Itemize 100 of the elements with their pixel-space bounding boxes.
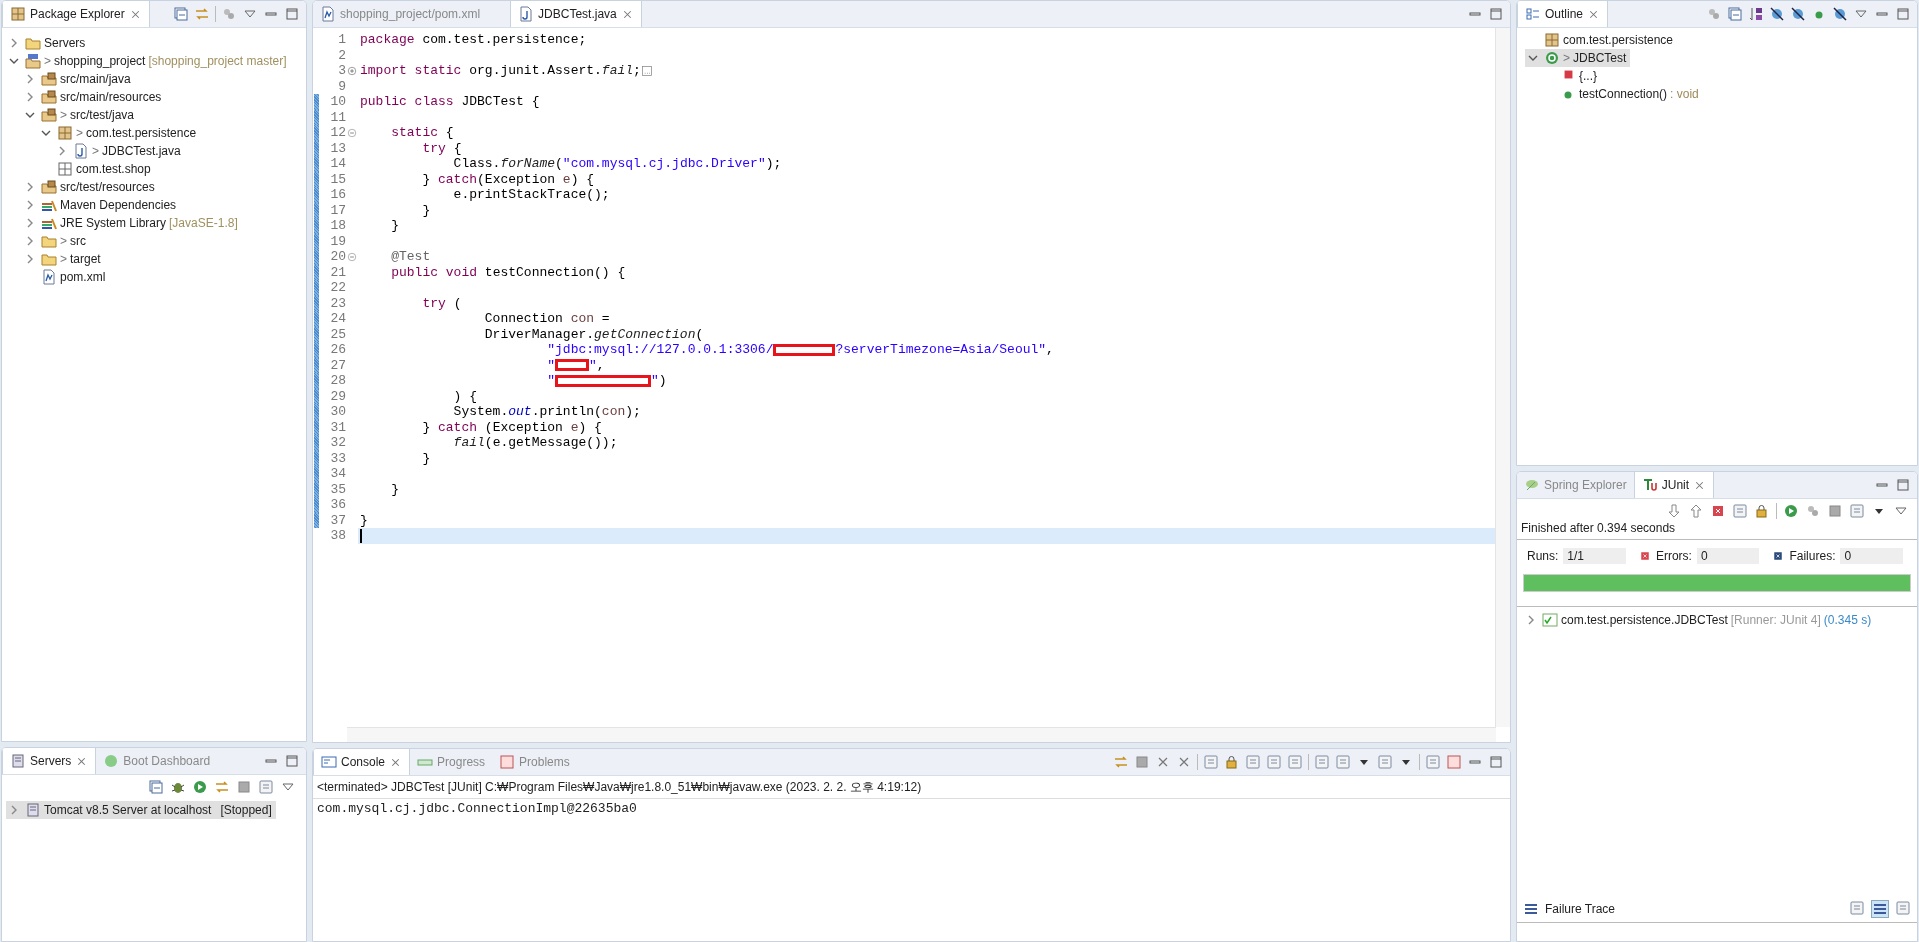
stop-icon[interactable]	[236, 779, 252, 795]
scroll-lock-icon[interactable]	[1224, 754, 1240, 770]
layout-icon[interactable]	[1895, 900, 1911, 916]
maximize-icon[interactable]	[1895, 6, 1911, 22]
line-number: 33	[329, 450, 346, 466]
code-text: }	[360, 512, 368, 528]
vertical-scrollbar[interactable]	[1495, 28, 1510, 727]
code-text: }	[390, 481, 399, 497]
panel-tab[interactable]: Package Explorer	[2, 1, 150, 27]
maximize-icon[interactable]	[1488, 754, 1504, 770]
code-text: public void testConnection() {	[390, 264, 626, 280]
tab-icon	[499, 754, 516, 770]
line-number: 16	[329, 187, 346, 203]
stop-icon[interactable]	[1827, 503, 1843, 519]
fold-collapse-icon[interactable]	[347, 127, 357, 138]
tree-item[interactable]: src/main/resources	[22, 88, 166, 106]
maximize-icon[interactable]	[1488, 6, 1504, 22]
counter-label: Errors:	[1655, 549, 1692, 563]
line-number: 20	[329, 249, 346, 265]
fold-collapse-icon[interactable]	[347, 251, 357, 262]
tab-icon	[10, 753, 26, 769]
compare-icon[interactable]	[1849, 900, 1865, 916]
tree-item[interactable]: Maven Dependencies	[22, 196, 181, 214]
tree-item[interactable]: Servers	[6, 34, 90, 52]
rerun-icon[interactable]	[1783, 503, 1799, 519]
panel-tab[interactable]: Console	[313, 749, 411, 775]
collapse-all-icon[interactable]	[1727, 6, 1743, 22]
fold-expand-icon[interactable]	[347, 65, 357, 76]
code-text: e.printStackTrace();	[452, 187, 610, 203]
code-text: }	[421, 450, 431, 466]
scroll-lock-icon[interactable]	[1754, 503, 1770, 519]
tree-item[interactable]: > JDBCTest	[1525, 49, 1631, 67]
code-text: ) {	[452, 388, 478, 404]
publish-icon[interactable]	[258, 779, 274, 795]
line-number: 19	[329, 233, 346, 249]
process-info: <terminated> JDBCTest [JUnit] C:₩Program Files₩Java₩jre1.8.0_51₩bin₩javaw.exe (2023. 2. 2. 오후 4:19:12)	[316, 779, 923, 796]
tree-item[interactable]: com.test.persistence	[1525, 31, 1678, 49]
code-text: try (	[421, 295, 462, 311]
line-number: 26	[329, 342, 346, 358]
next-arrow-icon[interactable]	[1666, 503, 1682, 519]
line-number: 3	[337, 63, 346, 79]
tree-item[interactable]: testConnection() : void	[1541, 85, 1703, 103]
hide-fields-icon[interactable]	[1769, 6, 1785, 22]
filter-icon[interactable]	[1871, 900, 1889, 918]
panel-tab[interactable]: JUnit	[1633, 472, 1715, 498]
horizontal-scrollbar[interactable]	[347, 727, 1496, 742]
stack-trace-icon	[1523, 901, 1539, 917]
toolbar-icon[interactable]	[1446, 754, 1462, 770]
code-text: DriverManager.getConnection(	[483, 326, 704, 342]
maximize-icon[interactable]	[284, 753, 300, 769]
tree-item[interactable]: > shopping_project [shopping_project master]	[6, 52, 291, 70]
sort-icon[interactable]	[1748, 6, 1764, 22]
line-number: 27	[329, 357, 346, 373]
history-icon[interactable]	[1849, 503, 1865, 519]
line-number: 15	[329, 171, 346, 187]
code-text: ")	[651, 373, 667, 389]
line-number: 38	[329, 528, 346, 544]
collapse-all-icon[interactable]	[148, 779, 164, 795]
link-editor-icon[interactable]	[194, 6, 210, 22]
focus-icon[interactable]	[1706, 6, 1722, 22]
relaunch-icon[interactable]	[1113, 754, 1129, 770]
code-text: Class.forName("com.mysql.cj.jdbc.Driver");	[452, 156, 782, 172]
failures-only-icon[interactable]	[1710, 503, 1726, 519]
source-folder-icon	[41, 107, 57, 123]
line-number: 11	[329, 109, 346, 125]
focus-icon[interactable]	[221, 6, 237, 22]
source-folder-icon	[41, 71, 57, 87]
xml-file-icon	[41, 269, 57, 285]
tree-item[interactable]: > com.test.persistence	[38, 124, 201, 142]
code-text: Connection con =	[483, 311, 610, 327]
panel-tab[interactable]: JDBCTest.java	[510, 1, 642, 27]
previous-arrow-icon[interactable]	[1688, 503, 1704, 519]
tree-item[interactable]: > JDBCTest.java	[54, 142, 185, 160]
tree-item[interactable]: com.test.shop	[38, 160, 155, 178]
console-output: com.mysql.cj.jdbc.ConnectionImpl@22635ba0	[313, 798, 1510, 818]
test-result-item[interactable]: com.test.persistence.JDBCTest [Runner: JUnit 4] (0.345 s)	[1523, 611, 1876, 629]
tree-item[interactable]: > src/test/java	[22, 106, 139, 124]
folded-code-icon[interactable]	[640, 64, 653, 77]
line-number: 2	[337, 47, 346, 63]
terminate-icon[interactable]	[1134, 754, 1150, 770]
collapse-all-icon[interactable]	[173, 6, 189, 22]
maximize-icon[interactable]	[284, 6, 300, 22]
tree-item[interactable]: src/test/resources	[22, 178, 159, 196]
panel-tab[interactable]: Outline	[1517, 1, 1609, 27]
tree-item[interactable]: > target	[22, 250, 105, 268]
profile-icon[interactable]	[214, 779, 230, 795]
tree-item[interactable]: pom.xml	[22, 268, 110, 286]
tree-item[interactable]: {...}	[1541, 67, 1602, 85]
tree-item[interactable]: src/main/java	[22, 70, 135, 88]
play-icon[interactable]	[192, 779, 208, 795]
panel-tab[interactable]: Servers	[2, 748, 97, 774]
maximize-icon[interactable]	[1895, 477, 1911, 493]
hide-static-icon[interactable]	[1790, 6, 1806, 22]
status-text: Finished after 0.394 seconds	[1517, 519, 1917, 540]
hide-local-types-icon[interactable]	[1832, 6, 1848, 22]
tree-item[interactable]: JRE System Library [JavaSE-1.8]	[22, 214, 242, 232]
tree-item[interactable]: > src	[22, 232, 90, 250]
server-item[interactable]: Tomcat v8.5 Server at localhost [Stopped]	[6, 801, 276, 819]
skipped-icon[interactable]	[1732, 503, 1748, 519]
rerun-failed-icon[interactable]	[1805, 503, 1821, 519]
